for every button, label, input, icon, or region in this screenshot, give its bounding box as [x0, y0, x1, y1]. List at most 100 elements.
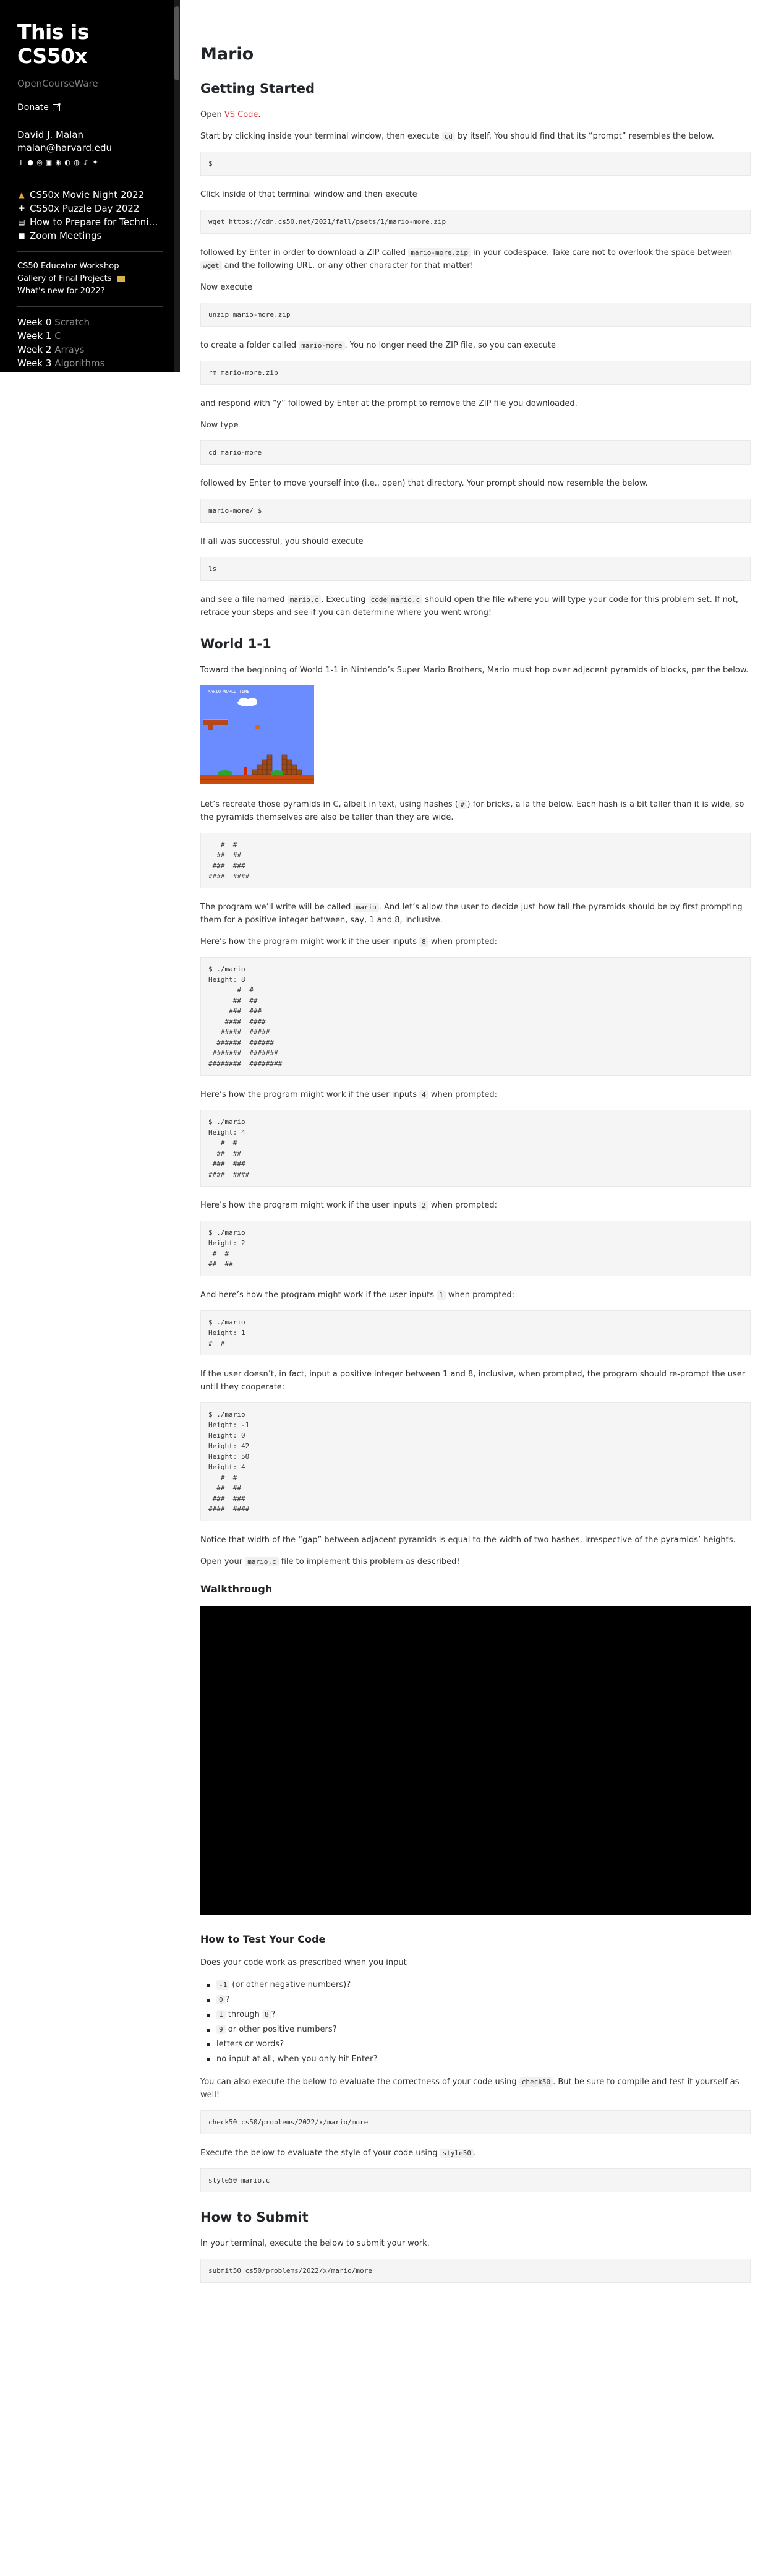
sidebar-item-week-1[interactable]: Week 1 C	[17, 329, 163, 343]
text: .	[473, 2149, 477, 2158]
inline-code: wget	[200, 261, 222, 270]
github-icon[interactable]: ●	[27, 158, 34, 166]
sidebar-item-week-3[interactable]: Week 3 Algorithms	[17, 356, 163, 370]
paragraph: followed by Enter to move yourself into …	[200, 479, 648, 488]
text: (or other negative numbers)?	[229, 1980, 351, 1990]
brand-title[interactable]: This is CS50x	[17, 20, 163, 68]
code-block: $ ./mario Height: 4 # # ## ## ### ### ##…	[200, 1110, 751, 1187]
inline-code: 9	[216, 2025, 226, 2034]
week-topic: Arrays	[54, 344, 85, 355]
code-block: $ ./mario Height: 2 # # ## ##	[200, 1221, 751, 1276]
text: You can also execute the below to evalua…	[200, 2077, 519, 2087]
instagram-icon[interactable]: ◎	[36, 158, 43, 166]
code-block: check50 cs50/problems/2022/x/mario/more	[200, 2110, 751, 2134]
week-topic: Algorithms	[54, 358, 105, 369]
donate-label: Donate	[17, 103, 49, 113]
text: when prompted:	[428, 937, 498, 947]
sidebar-scrollbar[interactable]	[174, 0, 180, 372]
inline-code: 1	[437, 1290, 446, 1300]
text: Open your	[200, 1557, 245, 1566]
quora-icon[interactable]: ◐	[64, 158, 71, 166]
paragraph: Execute the below to evaluate the style …	[200, 2147, 751, 2160]
paragraph: If the user doesn’t, in fact, input a po…	[200, 1370, 746, 1392]
inline-code: cd	[441, 132, 455, 141]
mario-pyramids-image: MARIO WORLD TIME	[200, 685, 314, 784]
sidebar-item-zoom-meetings[interactable]: ■ Zoom Meetings	[17, 229, 163, 243]
tiktok-icon[interactable]: ♪	[82, 158, 90, 166]
sidebar-item-gallery[interactable]: Gallery of Final Projects	[17, 273, 163, 285]
sidebar-item-tech-interviews[interactable]: ▤ How to Prepare for Techni…	[17, 215, 163, 229]
linkedin-icon[interactable]: ▣	[45, 158, 53, 166]
inline-code: 1	[216, 2010, 226, 2019]
video-icon: ■	[18, 231, 25, 240]
code-block: style50 mario.c	[200, 2168, 751, 2192]
text: . Executing	[321, 595, 369, 604]
image-icon	[116, 275, 125, 282]
text: to create a folder called	[200, 341, 299, 350]
paragraph: Open your mario.c file to implement this…	[200, 1555, 751, 1568]
twitter-icon[interactable]: ✦	[92, 158, 99, 166]
paragraph: Here’s how the program might work if the…	[200, 1199, 751, 1212]
paragraph: Now type	[200, 421, 239, 430]
paragraph: You can also execute the below to evalua…	[200, 2076, 751, 2102]
paragraph: to create a folder called mario-more. Yo…	[200, 339, 751, 352]
list-item: -1 (or other negative numbers)?	[207, 1978, 751, 1993]
paragraph: Toward the beginning of World 1-1 in Nin…	[200, 666, 749, 675]
week-label: Week 1	[17, 330, 52, 341]
paragraph: and see a file named mario.c. Executing …	[200, 593, 751, 619]
sidebar-item-label: How to Prepare for Techni…	[30, 217, 158, 228]
list-item: 0?	[207, 1993, 751, 2007]
vs-code-link[interactable]: VS Code	[224, 110, 258, 119]
code-block: wget https://cdn.cs50.net/2021/fall/pset…	[200, 210, 751, 234]
text: . You no longer need the ZIP file, so yo…	[344, 341, 556, 350]
external-link-icon: ↗	[52, 102, 61, 111]
donate-link[interactable]: Donate ↗	[17, 102, 163, 113]
facebook-icon[interactable]: f	[17, 158, 25, 166]
paragraph: The program we’ll write will be called m…	[200, 901, 751, 927]
hud-text: MARIO WORLD TIME	[208, 689, 249, 694]
text: Start by clicking inside your terminal w…	[200, 132, 442, 141]
sidebar-item-movie-night[interactable]: ▲ CS50x Movie Night 2022	[17, 188, 163, 202]
ocw-link[interactable]: OpenCourseWare	[17, 78, 163, 89]
walkthrough-video[interactable]	[200, 1606, 751, 1915]
sidebar-scrollbar-thumb[interactable]	[174, 6, 179, 80]
list-item: 9 or other positive numbers?	[207, 2022, 751, 2037]
paragraph: Open VS Code.	[200, 108, 751, 121]
inline-code: mario-more.zip	[408, 248, 471, 257]
text: in your codespace. Take care not to over…	[471, 248, 733, 257]
section-heading-submit: How to Submit	[200, 2210, 309, 2225]
sidebar-item-whats-new[interactable]: What's new for 2022?	[17, 285, 163, 298]
week-topic: C	[54, 330, 61, 341]
divider	[17, 306, 163, 307]
orcid-icon[interactable]: ◉	[54, 158, 62, 166]
text: or other positive numbers?	[225, 2025, 337, 2034]
inline-code: check50	[519, 2077, 553, 2087]
code-block: $	[200, 152, 751, 176]
section-heading-getting-started: Getting Started	[200, 81, 315, 96]
text: through	[225, 2010, 262, 2019]
sidebar-links: ▲ CS50x Movie Night 2022 ✚ CS50x Puzzle Da…	[17, 188, 163, 243]
text: Let’s recreate those pyramids in C, albe…	[200, 800, 458, 809]
social-links: f ● ◎ ▣ ◉ ◐ ◍ ♪ ✦	[17, 158, 163, 166]
text: Here’s how the program might work if the…	[200, 1201, 420, 1210]
sidebar-item-week-0[interactable]: Week 0 Scratch	[17, 316, 163, 329]
list-item: letters or words?	[207, 2037, 751, 2052]
sidebar: This is CS50x OpenCourseWare Donate ↗ Da…	[0, 0, 180, 372]
week-label: Week 2	[17, 344, 52, 355]
sidebar-item-puzzle-day[interactable]: ✚ CS50x Puzzle Day 2022	[17, 202, 163, 215]
text: by itself. You should find that its “pro…	[454, 132, 714, 141]
section-heading-world-1-1: World 1-1	[200, 637, 271, 651]
sidebar-item-week-2[interactable]: Week 2 Arrays	[17, 343, 163, 356]
text: when prompted:	[428, 1090, 498, 1099]
code-block: # # ## ## ### ### #### ####	[200, 833, 751, 888]
sidebar-item-educator-workshop[interactable]: CS50 Educator Workshop	[17, 260, 163, 273]
paragraph: Start by clicking inside your terminal w…	[200, 130, 751, 143]
instructor-email[interactable]: malan@harvard.edu	[17, 142, 163, 155]
code-block: rm mario-more.zip	[200, 361, 751, 385]
list-item: no input at all, when you only hit Enter…	[207, 2052, 751, 2067]
reddit-icon[interactable]: ◍	[73, 158, 80, 166]
main-content: Mario Getting Started Open VS Code. Star…	[200, 0, 751, 2295]
text: .	[258, 110, 261, 119]
paragraph: And here’s how the program might work if…	[200, 1289, 751, 1302]
code-block: unzip mario-more.zip	[200, 303, 751, 327]
